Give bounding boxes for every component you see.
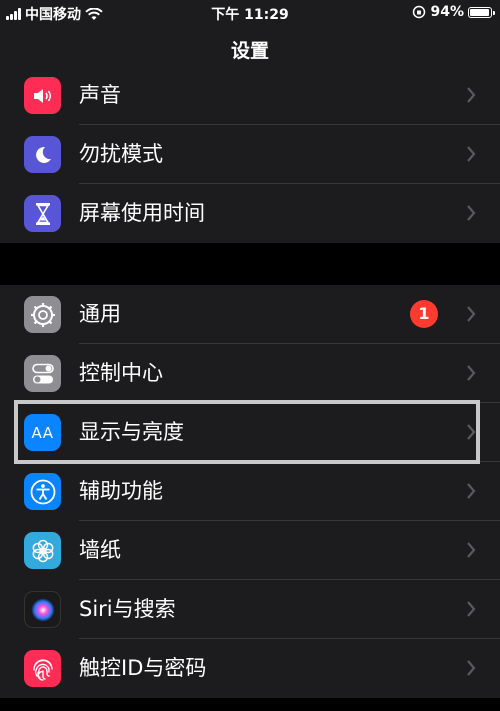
settings-row-do-not-disturb[interactable]: 勿扰模式 [0, 125, 500, 184]
chevron-right-icon [467, 146, 476, 162]
siri-icon [24, 591, 61, 628]
settings-row-screen-time[interactable]: 屏幕使用时间 [0, 184, 500, 243]
chevron-right-icon [467, 205, 476, 221]
settings-row-control-center[interactable]: 控制中心 [0, 344, 500, 403]
speaker-icon [24, 77, 61, 114]
settings-row-general[interactable]: 通用 1 [0, 285, 500, 344]
battery-icon [468, 6, 495, 18]
chevron-right-icon [467, 306, 476, 322]
battery-percent: 94% [430, 4, 464, 20]
row-label: 勿扰模式 [79, 142, 163, 166]
row-label: 辅助功能 [79, 479, 163, 503]
flower-icon [24, 532, 61, 569]
chevron-right-icon [467, 601, 476, 617]
text-size-icon: AA [24, 414, 61, 451]
settings-group-1: 声音 勿扰模式 屏幕使用时间 [0, 66, 500, 243]
status-right: 94% [412, 4, 495, 20]
row-label: 声音 [79, 83, 121, 107]
settings-row-accessibility[interactable]: 辅助功能 [0, 462, 500, 521]
chevron-right-icon [467, 542, 476, 558]
settings-group-2: 通用 1 控制中心 AA 显示与亮度 辅助功能 墙纸 Siri与搜索 触控ID与… [0, 285, 500, 698]
row-label: 屏幕使用时间 [79, 201, 205, 225]
moon-icon [24, 136, 61, 173]
row-label: 触控ID与密码 [79, 656, 207, 680]
row-label: 墙纸 [79, 538, 121, 562]
fingerprint-icon [24, 650, 61, 687]
chevron-right-icon [467, 365, 476, 381]
chevron-right-icon [467, 660, 476, 676]
settings-row-touch-id-passcode[interactable]: 触控ID与密码 [0, 639, 500, 698]
gear-icon [24, 296, 61, 333]
chevron-right-icon [467, 483, 476, 499]
accessibility-icon [24, 473, 61, 510]
row-label: 通用 [79, 302, 121, 326]
row-label: 显示与亮度 [79, 420, 184, 444]
settings-row-display-brightness[interactable]: AA 显示与亮度 [0, 403, 500, 462]
settings-row-sounds[interactable]: 声音 [0, 66, 500, 125]
settings-row-siri-search[interactable]: Siri与搜索 [0, 580, 500, 639]
notification-badge: 1 [410, 300, 438, 328]
settings-row-wallpaper[interactable]: 墙纸 [0, 521, 500, 580]
chevron-right-icon [467, 424, 476, 440]
orientation-lock-icon [413, 5, 426, 19]
row-label: Siri与搜索 [79, 597, 176, 621]
chevron-right-icon [467, 87, 476, 103]
page-title: 设置 [230, 40, 269, 62]
status-bar: 中国移动 下午 11:29 94% [0, 0, 500, 26]
hourglass-icon [24, 195, 61, 232]
text-size-glyph: AA [31, 423, 54, 442]
row-label: 控制中心 [79, 361, 163, 385]
switches-icon [24, 355, 61, 392]
